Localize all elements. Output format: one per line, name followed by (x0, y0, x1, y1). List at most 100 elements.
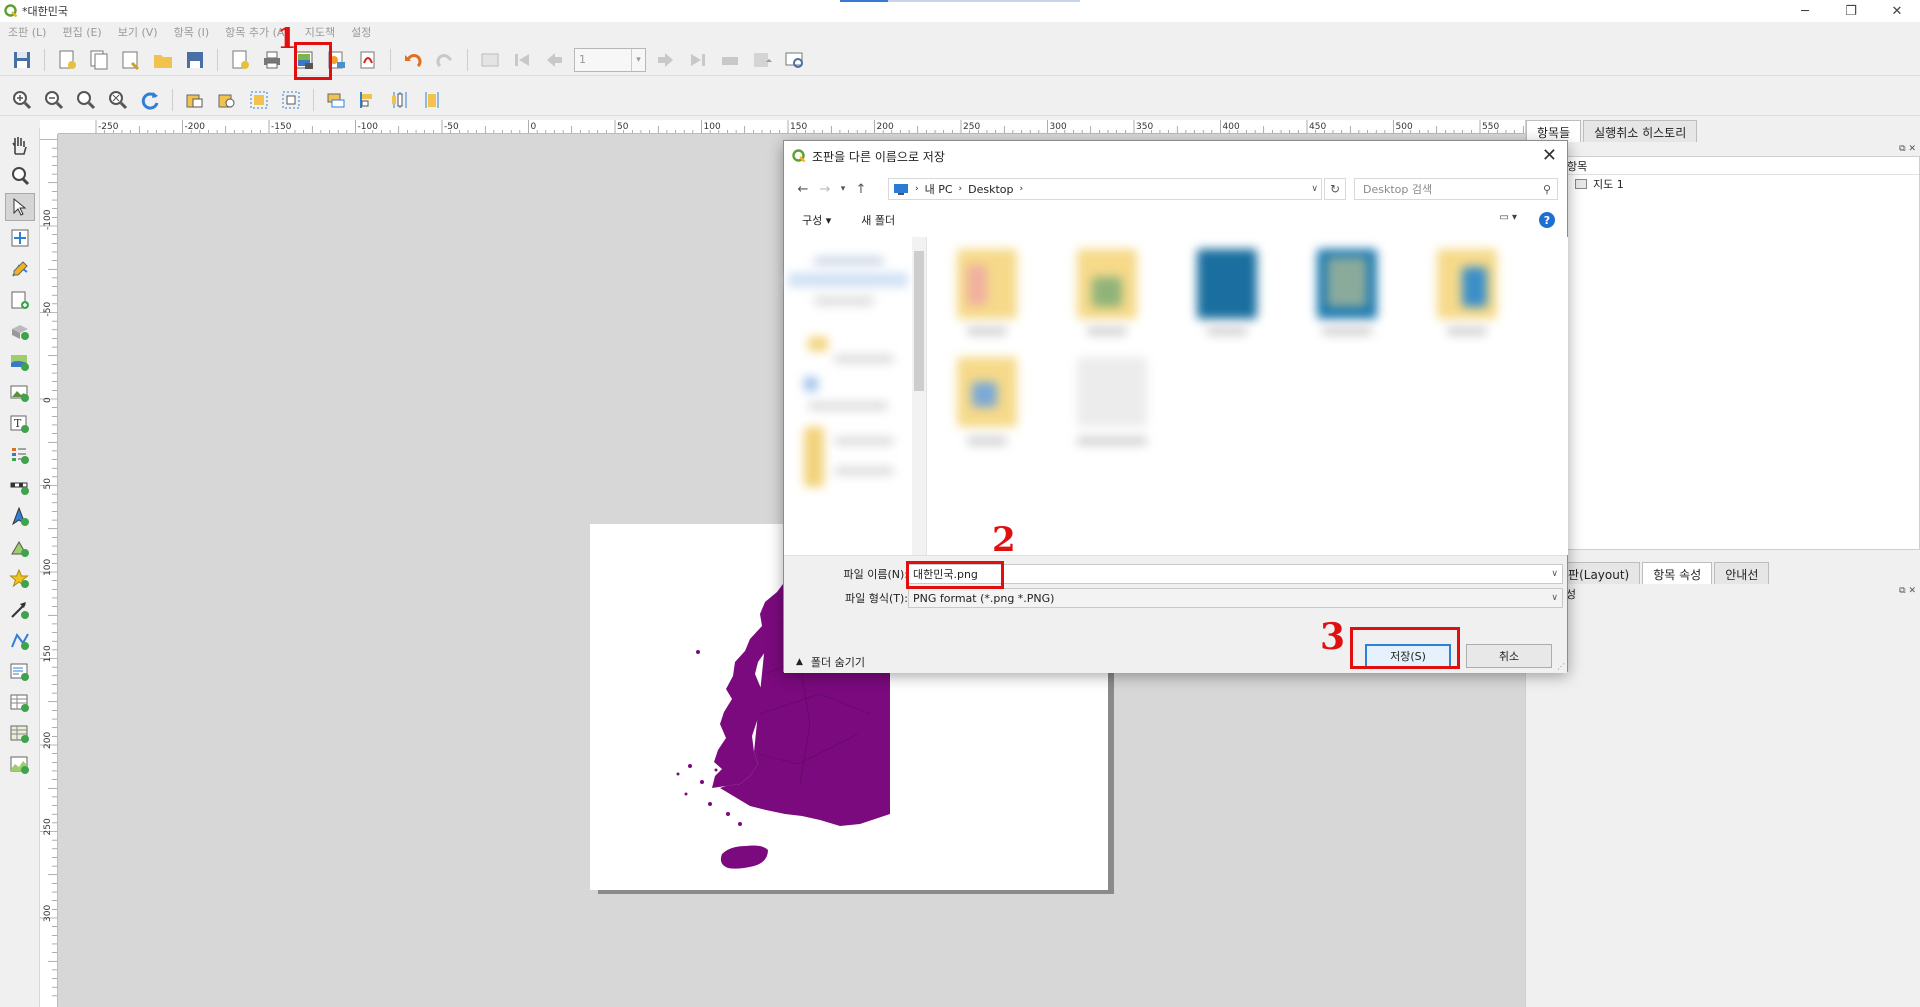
menu-settings[interactable]: 설정 (351, 24, 371, 40)
previous-feature-button[interactable] (541, 47, 567, 73)
add-fixed-table-tool-button[interactable] (5, 720, 35, 748)
page-number-combo[interactable]: 1 ▾ (574, 47, 646, 72)
group-items-button[interactable] (246, 87, 272, 113)
restore-button[interactable]: ❐ (1828, 0, 1874, 22)
address-bar[interactable]: › 내 PC › Desktop › ∨ (888, 178, 1322, 200)
breadcrumb-pc[interactable]: 내 PC (925, 181, 953, 197)
tab-items[interactable]: 항목들 (1526, 120, 1582, 142)
save-layout-button[interactable] (9, 47, 35, 73)
breadcrumb-desktop[interactable]: Desktop (968, 183, 1013, 196)
add-north-arrow-tool-button[interactable] (5, 503, 35, 531)
map-item-icon (1575, 179, 1587, 189)
add-label-tool-button[interactable]: T (5, 410, 35, 438)
file-list[interactable] (927, 237, 1568, 555)
zoom-full-button[interactable] (105, 87, 131, 113)
add-arrow-tool-button[interactable] (5, 596, 35, 624)
tab-item-properties[interactable]: 항목 속성 (1642, 562, 1713, 584)
undo-button[interactable] (400, 47, 426, 73)
tab-undo-history[interactable]: 실행취소 히스토리 (1583, 120, 1698, 142)
resize-grip-icon[interactable]: ⋰ (1557, 662, 1565, 671)
add-marker-tool-button[interactable] (5, 565, 35, 593)
add-3d-map-tool-button[interactable] (5, 317, 35, 345)
resize-items-button[interactable] (419, 87, 445, 113)
cancel-button[interactable]: 취소 (1466, 644, 1552, 668)
back-arrow-icon[interactable]: ← (792, 182, 814, 197)
select-tool-button[interactable] (5, 193, 35, 221)
unlock-items-button[interactable] (214, 87, 240, 113)
dialog-close-button[interactable]: ✕ (1542, 145, 1557, 166)
page-setup-button[interactable] (227, 47, 253, 73)
refresh-view-button[interactable] (137, 87, 163, 113)
dock-float-buttons[interactable]: ⧉ ✕ (1899, 144, 1916, 154)
minimize-button[interactable]: ─ (1782, 0, 1828, 22)
add-html-tool-button[interactable] (5, 658, 35, 686)
edit-nodes-tool-button[interactable] (5, 255, 35, 283)
print-atlas-button[interactable] (717, 47, 743, 73)
new-folder-button[interactable]: 새 폴더 (861, 212, 895, 228)
organize-button[interactable]: 구성 ▾ (802, 212, 831, 228)
tab-guides[interactable]: 안내선 (1714, 562, 1770, 584)
layout-manager-button[interactable] (118, 47, 144, 73)
add-elevation-profile-tool-button[interactable] (5, 751, 35, 779)
align-items-button[interactable] (355, 87, 381, 113)
new-layout-button[interactable] (54, 47, 80, 73)
forward-arrow-icon[interactable]: → (814, 182, 836, 197)
up-arrow-icon[interactable]: ↑ (850, 182, 872, 197)
search-input[interactable]: Desktop 검색 ⚲ (1354, 178, 1558, 200)
add-page-tool-button[interactable] (5, 286, 35, 314)
add-shape-tool-button[interactable] (5, 534, 35, 562)
menu-atlas[interactable]: 지도책 (305, 24, 335, 40)
menu-layout[interactable]: 조판 (L) (8, 24, 46, 40)
add-legend-tool-button[interactable] (5, 441, 35, 469)
distribute-items-button[interactable] (387, 87, 413, 113)
hide-folders-toggle[interactable]: ▲ 폴더 숨기기 (796, 654, 865, 670)
nav-scrollbar[interactable] (912, 237, 926, 555)
move-content-tool-button[interactable] (5, 224, 35, 252)
export-pdf-button[interactable] (355, 47, 381, 73)
help-icon[interactable]: ? (1539, 212, 1555, 228)
export-atlas-button[interactable] (749, 47, 775, 73)
lock-items-button[interactable] (182, 87, 208, 113)
chevron-down-icon[interactable]: ∨ (1311, 184, 1318, 194)
add-map-tool-button[interactable] (5, 348, 35, 376)
recent-dropdown-icon[interactable]: ▾ (836, 184, 850, 194)
add-polyline-tool-button[interactable] (5, 627, 35, 655)
save-template-button[interactable] (182, 47, 208, 73)
filename-input[interactable]: 대한민국.png ∨ (908, 564, 1563, 584)
menu-items[interactable]: 항목 (I) (174, 24, 210, 40)
add-scalebar-tool-button[interactable] (5, 472, 35, 500)
ruler-label: -50 (43, 302, 53, 317)
close-window-button[interactable]: ✕ (1874, 0, 1920, 22)
add-attribute-table-tool-button[interactable] (5, 689, 35, 717)
menu-edit[interactable]: 편집 (E) (62, 24, 101, 40)
add-picture-tool-button[interactable] (5, 379, 35, 407)
items-panel: 🔒 항목 지도 1 (1526, 156, 1920, 550)
horizontal-ruler[interactable]: -250 -200 -150 -100 -50 0 50 100 150 200 250 300 350… (58, 120, 1528, 134)
zoom-out-button[interactable] (41, 87, 67, 113)
pan-tool-button[interactable] (5, 131, 35, 159)
first-feature-button[interactable] (509, 47, 535, 73)
atlas-settings-button[interactable] (781, 47, 807, 73)
navigation-pane[interactable] (784, 237, 927, 555)
vertical-ruler[interactable]: -100 -50 0 50 100 150 200 250 300 (40, 134, 58, 1007)
menu-view[interactable]: 보기 (V) (118, 24, 158, 40)
view-options-icon[interactable]: ▭ ▾ (1499, 212, 1517, 223)
ungroup-items-button[interactable] (278, 87, 304, 113)
open-template-button[interactable] (150, 47, 176, 73)
chevron-down-icon[interactable]: ∨ (1551, 593, 1558, 603)
zoom-in-button[interactable] (9, 87, 35, 113)
zoom-tool-button[interactable] (5, 162, 35, 190)
chevron-down-icon[interactable]: ∨ (1551, 569, 1558, 579)
atlas-toggle-button[interactable] (477, 47, 503, 73)
filetype-select[interactable]: PNG format (*.png *.PNG) ∨ (908, 588, 1563, 608)
dock-float-buttons-2[interactable]: ⧉ ✕ (1899, 586, 1916, 596)
zoom-actual-button[interactable] (73, 87, 99, 113)
scroll-thumb[interactable] (914, 251, 924, 391)
redo-button[interactable] (432, 47, 458, 73)
items-row[interactable]: 지도 1 (1527, 175, 1919, 193)
duplicate-layout-button[interactable] (86, 47, 112, 73)
last-feature-button[interactable] (685, 47, 711, 73)
next-feature-button[interactable] (653, 47, 679, 73)
raise-items-button[interactable] (323, 87, 349, 113)
refresh-button[interactable]: ↻ (1324, 178, 1346, 200)
